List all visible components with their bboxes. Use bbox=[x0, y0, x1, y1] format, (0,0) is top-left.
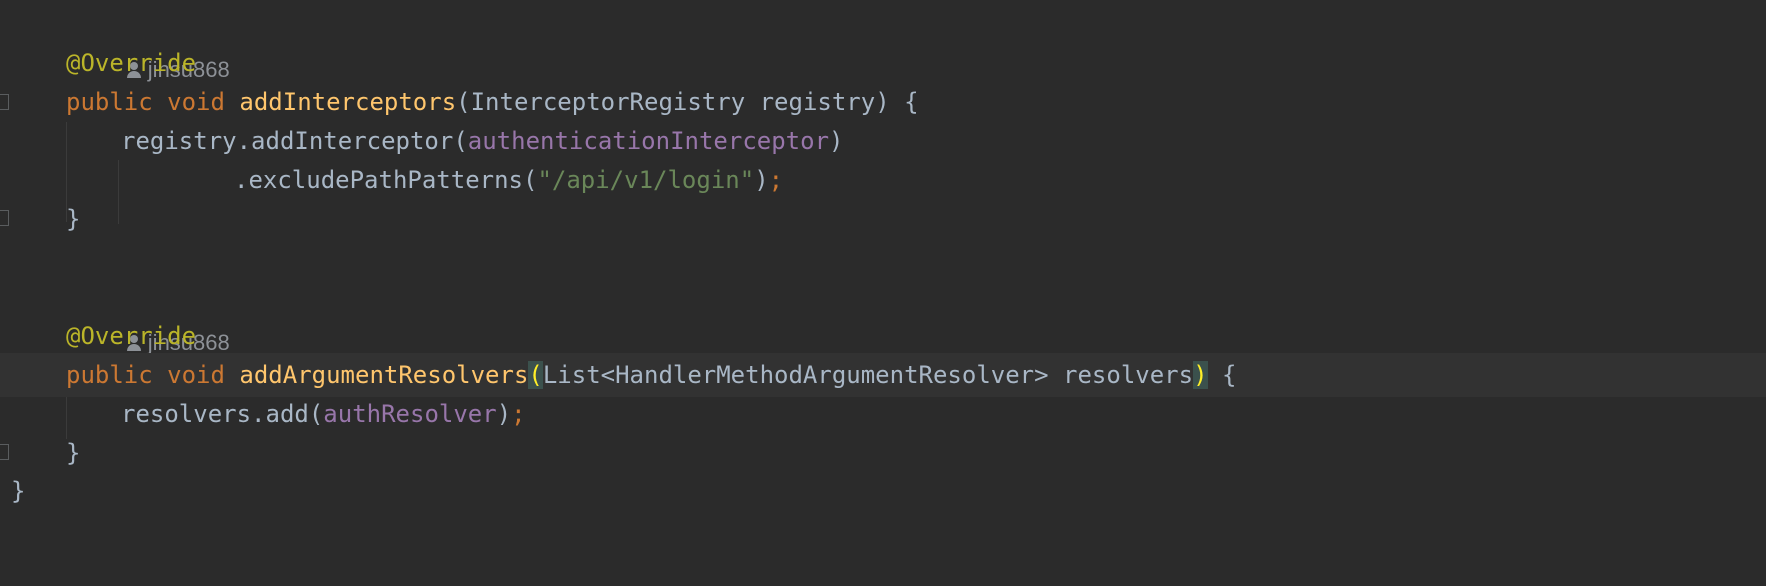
open-brace: { bbox=[1207, 361, 1237, 389]
field-reference: authResolver bbox=[323, 400, 497, 428]
semicolon: ; bbox=[768, 166, 784, 194]
call-close: ) bbox=[496, 400, 512, 428]
matched-close-paren: ) bbox=[1193, 361, 1208, 389]
keyword-public: public bbox=[66, 361, 153, 389]
code-line[interactable]: registry.addInterceptor(authenticationIn… bbox=[0, 119, 1766, 163]
method-params: InterceptorRegistry registry bbox=[470, 88, 876, 116]
method-name: addArgumentResolvers bbox=[239, 361, 529, 389]
keyword-public: public bbox=[66, 88, 153, 116]
code-line[interactable]: @Override bbox=[0, 314, 1766, 358]
code-line[interactable]: @Override bbox=[0, 41, 1766, 85]
open-paren: ( bbox=[456, 88, 471, 116]
code-line-current[interactable]: public void addArgumentResolvers(List<Ha… bbox=[0, 353, 1766, 397]
call-prefix: .excludePathPatterns( bbox=[234, 166, 538, 194]
matched-open-paren: ( bbox=[528, 361, 543, 389]
class-close-brace: } bbox=[11, 477, 26, 505]
code-line[interactable]: .excludePathPatterns("/api/v1/login"); bbox=[0, 158, 1766, 202]
annotation: @Override bbox=[66, 49, 197, 77]
call-prefix: resolvers.add( bbox=[121, 400, 324, 428]
semicolon: ; bbox=[511, 400, 526, 428]
field-reference: authenticationInterceptor bbox=[467, 127, 830, 155]
code-line[interactable]: public void addInterceptors(InterceptorR… bbox=[0, 80, 1766, 124]
keyword-void: void bbox=[167, 88, 225, 116]
close-brace: } bbox=[66, 205, 81, 233]
close-paren-brace: ) { bbox=[875, 88, 919, 116]
method-name: addInterceptors bbox=[239, 88, 457, 116]
close-brace: } bbox=[66, 439, 81, 467]
code-line[interactable]: resolvers.add(authResolver); bbox=[0, 392, 1766, 436]
keyword-void: void bbox=[167, 361, 225, 389]
call-prefix: registry.addInterceptor( bbox=[121, 127, 468, 155]
call-suffix: ) bbox=[829, 127, 844, 155]
code-line[interactable]: } bbox=[0, 469, 1766, 513]
method-params: List<HandlerMethodArgumentResolver> reso… bbox=[542, 361, 1194, 389]
string-literal: "/api/v1/login" bbox=[537, 166, 755, 194]
code-editor[interactable]: jinsu868 @Override public void addInterc… bbox=[0, 0, 1766, 586]
code-line[interactable]: } bbox=[0, 197, 1766, 241]
call-close: ) bbox=[754, 166, 769, 194]
annotation: @Override bbox=[66, 322, 197, 350]
